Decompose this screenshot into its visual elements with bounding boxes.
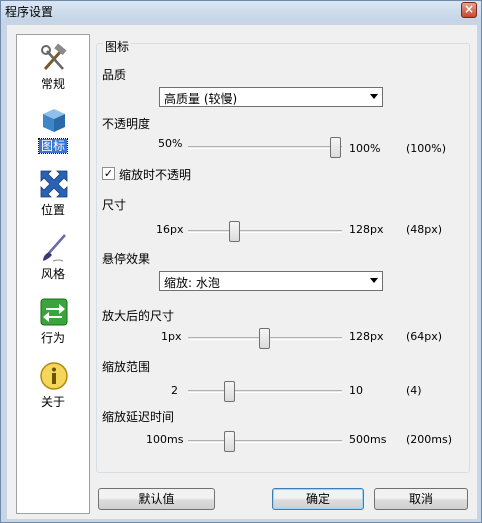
sidebar-item-label: 风格	[40, 267, 65, 281]
sidebar-item-label: 常规	[40, 77, 65, 91]
opacity-slider-track[interactable]	[188, 146, 342, 149]
chevron-down-icon	[370, 94, 378, 99]
zoomed-size-current: (64px)	[406, 330, 443, 343]
cancel-button[interactable]: 取消	[374, 488, 468, 510]
zoom-range-current: (4)	[406, 384, 422, 397]
settings-window: 程序设置 × 常规 图标 位置 风格 行为 关于 图标 品质 高质量 (较慢) …	[0, 0, 482, 523]
window-title: 程序设置	[5, 5, 54, 19]
check-icon: ✓	[103, 167, 114, 180]
zoom-range-min: 2	[171, 384, 178, 397]
sidebar-item-behavior[interactable]: 行为	[17, 293, 89, 355]
sidebar-item-about[interactable]: 关于	[17, 357, 89, 419]
group-title: 图标	[103, 38, 132, 55]
hover-effect-label: 悬停效果	[102, 252, 151, 266]
zoom-range-max: 10	[349, 384, 363, 397]
zoomed-size-min: 1px	[161, 330, 182, 343]
opacity-min: 50%	[158, 137, 183, 150]
blue-box-icon	[43, 109, 65, 132]
zoom-range-label: 缩放范围	[102, 360, 151, 374]
size-current: (48px)	[406, 223, 443, 236]
size-slider-track[interactable]	[188, 230, 342, 233]
zoomed-size-max: 128px	[349, 330, 384, 343]
paint-brush-icon	[43, 234, 66, 262]
quality-select-value: 高质量 (较慢)	[164, 92, 238, 106]
zoom-delay-min: 100ms	[146, 433, 184, 446]
close-button[interactable]: ×	[461, 2, 477, 18]
tools-icon	[41, 43, 67, 70]
move-arrows-icon	[40, 170, 68, 198]
size-slider-thumb[interactable]	[229, 221, 241, 242]
quality-label: 品质	[102, 68, 127, 82]
zoom-delay-slider-thumb[interactable]	[223, 431, 235, 452]
zoom-opaque-checkbox[interactable]: ✓	[102, 167, 115, 180]
zoomed-size-label: 放大后的尺寸	[102, 309, 175, 323]
ok-button[interactable]: 确定	[272, 488, 364, 510]
zoomed-size-slider-thumb[interactable]	[259, 328, 270, 349]
category-sidebar: 常规 图标 位置 风格 行为 关于	[16, 34, 90, 514]
quality-select[interactable]: 高质量 (较慢)	[159, 87, 383, 107]
green-arrows-icon	[40, 298, 68, 326]
sidebar-item-label: 关于	[40, 395, 65, 409]
hover-effect-select-value: 缩放: 水泡	[164, 276, 220, 290]
dialog-client: 常规 图标 位置 风格 行为 关于 图标 品质 高质量 (较慢) 不透明度 50…	[7, 25, 477, 519]
sidebar-item-general[interactable]: 常规	[17, 39, 89, 101]
hover-effect-select[interactable]: 缩放: 水泡	[159, 271, 383, 291]
opacity-current: (100%)	[406, 142, 447, 155]
size-min: 16px	[156, 223, 184, 236]
sidebar-item-icons[interactable]: 图标	[17, 101, 89, 163]
zoom-delay-current: (200ms)	[406, 433, 453, 446]
zoom-delay-label: 缩放延迟时间	[102, 410, 175, 424]
zoom-opaque-label: 缩放时不透明	[119, 168, 192, 182]
sidebar-item-label: 图标	[37, 138, 69, 154]
sidebar-item-style[interactable]: 风格	[17, 229, 89, 291]
sidebar-item-position[interactable]: 位置	[17, 165, 89, 227]
sidebar-item-label: 行为	[40, 331, 65, 345]
sidebar-item-label: 位置	[40, 203, 65, 217]
zoom-delay-max: 500ms	[349, 433, 387, 446]
close-icon: ×	[463, 2, 475, 16]
opacity-label: 不透明度	[102, 117, 151, 131]
info-icon	[40, 362, 68, 390]
title-bar[interactable]: 程序设置 ×	[1, 1, 481, 21]
defaults-button[interactable]: 默认值	[98, 488, 215, 510]
zoom-delay-slider-track[interactable]	[188, 440, 342, 443]
opacity-slider-thumb[interactable]	[330, 137, 341, 158]
chevron-down-icon	[370, 278, 378, 283]
opacity-max: 100%	[349, 142, 381, 155]
size-max: 128px	[349, 223, 384, 236]
zoom-range-slider-track[interactable]	[188, 390, 342, 393]
size-label: 尺寸	[102, 198, 127, 212]
zoom-range-slider-thumb[interactable]	[223, 381, 235, 402]
